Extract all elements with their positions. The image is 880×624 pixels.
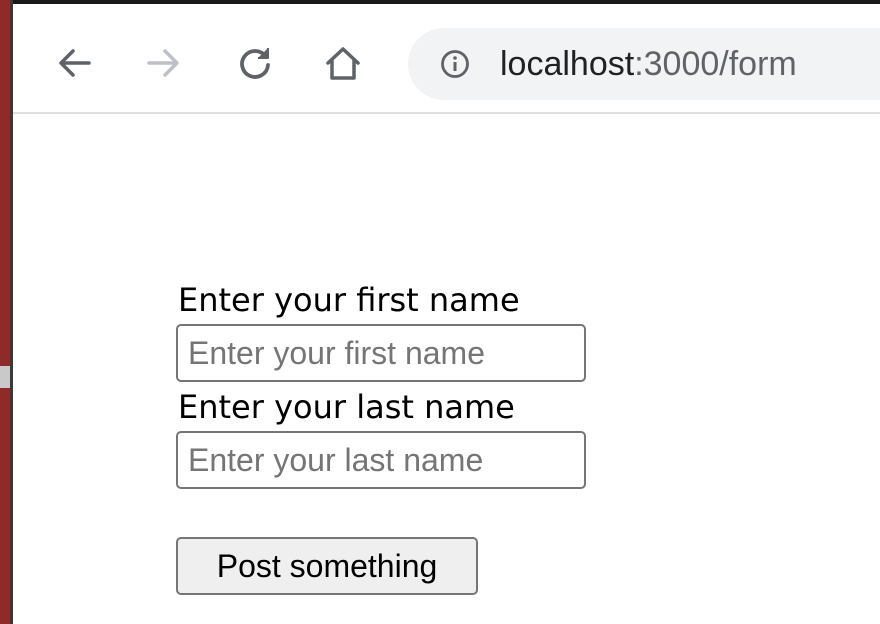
- url-path: :3000/form: [634, 45, 797, 83]
- url-text[interactable]: localhost:3000/form: [500, 42, 797, 86]
- forward-button[interactable]: [140, 40, 186, 86]
- reload-icon: [240, 48, 270, 79]
- browser-toolbar: localhost:3000/form: [13, 4, 880, 114]
- first-name-input[interactable]: [176, 324, 586, 382]
- window-edge-handle: [0, 366, 10, 388]
- reload-button[interactable]: [232, 40, 278, 86]
- url-host: localhost: [500, 45, 635, 83]
- last-name-input[interactable]: [176, 431, 586, 489]
- info-icon[interactable]: [440, 49, 470, 79]
- browser-window: localhost:3000/form Enter your first nam…: [0, 0, 880, 624]
- back-button[interactable]: [52, 40, 98, 86]
- last-name-label: Enter your last name: [178, 388, 515, 426]
- first-name-label: Enter your first name: [178, 281, 520, 319]
- home-icon: [326, 47, 360, 80]
- window-left-edge: [0, 0, 10, 624]
- home-button[interactable]: [320, 40, 366, 86]
- forward-arrow-icon: [147, 49, 179, 77]
- address-bar[interactable]: localhost:3000/form: [408, 28, 880, 100]
- post-something-button[interactable]: Post something: [176, 537, 478, 595]
- back-arrow-icon: [59, 49, 91, 77]
